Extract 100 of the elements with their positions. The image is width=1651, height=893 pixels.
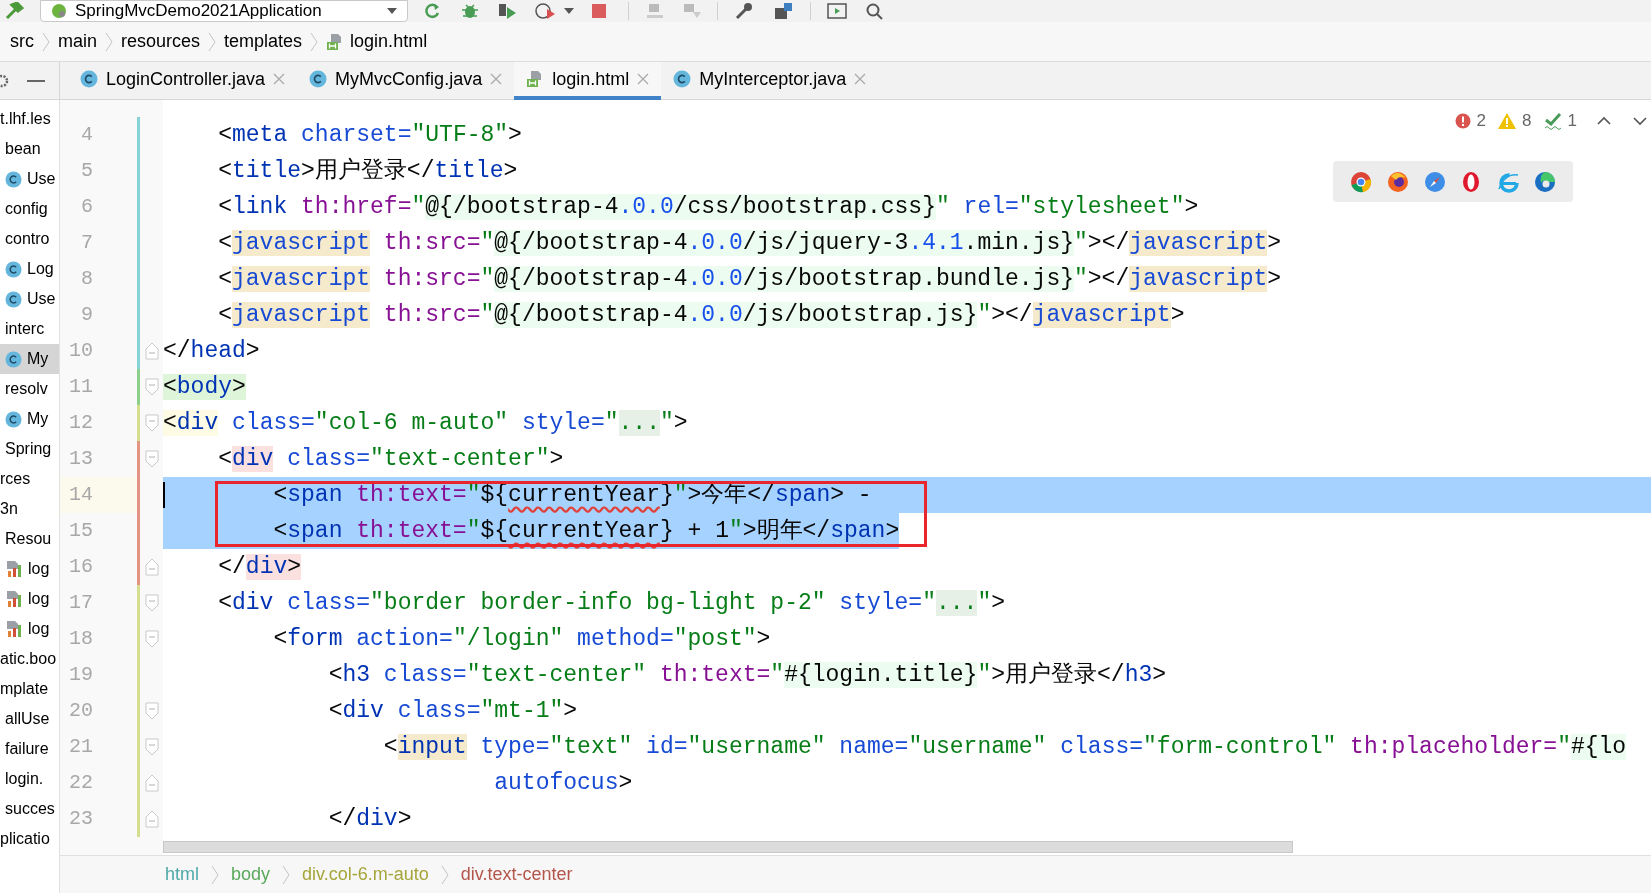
- close-icon[interactable]: [854, 73, 867, 85]
- breadcrumb-item[interactable]: templates: [224, 28, 303, 55]
- breadcrumb-item[interactable]: resources: [121, 28, 201, 55]
- browser-icon[interactable]: [1533, 170, 1556, 193]
- wrench-icon[interactable]: [734, 2, 754, 20]
- horizontal-scrollbar[interactable]: [163, 841, 1293, 853]
- tree-item[interactable]: t.lhf.les: [0, 104, 59, 134]
- change-marker[interactable]: [137, 441, 140, 477]
- path-item[interactable]: div.text-center: [460, 861, 573, 888]
- editor-tab[interactable]: MyInterceptor.java: [661, 62, 879, 100]
- change-marker[interactable]: [137, 225, 140, 261]
- class-icon: [5, 170, 22, 188]
- hammer-icon[interactable]: [4, 2, 24, 20]
- class-icon: [5, 410, 22, 428]
- run-window-icon[interactable]: [827, 2, 847, 20]
- breadcrumb-item[interactable]: src: [10, 28, 34, 55]
- editor-tab[interactable]: LoginController.java: [68, 62, 298, 100]
- chevron-icon: [282, 864, 291, 885]
- close-icon[interactable]: [637, 73, 650, 85]
- tree-item[interactable]: bean: [0, 134, 59, 164]
- change-marker[interactable]: [137, 117, 140, 153]
- change-marker[interactable]: [137, 261, 140, 297]
- log-file-icon: [5, 620, 23, 638]
- tree-item[interactable]: Use: [0, 164, 59, 194]
- class-icon: [309, 70, 328, 88]
- code-line: <title>用户登录</title>: [217, 156, 518, 186]
- tree-item[interactable]: resolv: [0, 374, 59, 404]
- code-line: <div class="text-center">: [217, 445, 564, 474]
- browser-icon[interactable]: [1387, 170, 1409, 193]
- code-line: </head>: [163, 337, 260, 366]
- tree-item[interactable]: Log: [0, 254, 59, 284]
- close-icon[interactable]: [490, 73, 503, 85]
- line-number: 6: [80, 194, 94, 220]
- line-number: 5: [80, 158, 94, 184]
- line-number: 15: [68, 518, 94, 544]
- editor-tab[interactable]: MyMvcConfig.java: [297, 62, 515, 100]
- error-icon[interactable]: [1454, 112, 1471, 129]
- change-marker[interactable]: [137, 297, 140, 333]
- change-marker[interactable]: [137, 477, 140, 513]
- tree-item[interactable]: interc: [0, 314, 59, 344]
- breadcrumb-item[interactable]: login.html: [350, 28, 428, 55]
- tree-item[interactable]: failure: [0, 734, 59, 764]
- log-file-icon: [5, 560, 23, 578]
- project-structure-icon[interactable]: [774, 2, 794, 20]
- bug-icon[interactable]: [460, 2, 480, 20]
- check-icon[interactable]: [1543, 111, 1562, 130]
- tree-item[interactable]: succes: [0, 794, 59, 824]
- change-marker[interactable]: [137, 405, 140, 441]
- stop-icon[interactable]: [590, 2, 608, 20]
- tree-item[interactable]: log: [0, 554, 59, 584]
- caret-icon[interactable]: [564, 8, 574, 14]
- download-icon[interactable]: [681, 2, 701, 20]
- tree-item[interactable]: atic.boo: [0, 644, 59, 674]
- breadcrumb-item[interactable]: main: [58, 28, 97, 55]
- change-marker[interactable]: [137, 333, 140, 369]
- tree-item[interactable]: mplate: [0, 674, 59, 704]
- tree-item[interactable]: rces: [0, 464, 59, 494]
- tree-item[interactable]: log: [0, 614, 59, 644]
- change-marker[interactable]: [137, 621, 140, 657]
- tree-item[interactable]: log: [0, 584, 59, 614]
- change-marker[interactable]: [137, 729, 140, 765]
- typo-count: 1: [1567, 110, 1577, 132]
- change-marker[interactable]: [137, 693, 140, 729]
- build-artifact-icon[interactable]: [645, 2, 665, 20]
- run-icon[interactable]: [496, 2, 518, 20]
- change-marker[interactable]: [137, 801, 140, 837]
- change-marker[interactable]: [137, 765, 140, 801]
- run-configuration-dropdown[interactable]: SpringMvcDemo2021Application: [40, 0, 408, 22]
- change-marker[interactable]: [137, 585, 140, 621]
- tree-item[interactable]: config: [0, 194, 59, 224]
- code-line: <javascript th:src="@{/bootstrap-4.0.0/js/bootstrap.js}"></javascript>: [217, 301, 1185, 330]
- change-marker[interactable]: [137, 369, 140, 405]
- change-marker[interactable]: [137, 153, 140, 189]
- change-marker[interactable]: [137, 189, 140, 225]
- tree-item[interactable]: plicatio: [0, 824, 59, 854]
- code-line: <body>: [163, 373, 246, 402]
- code-line: <div class="col-6 m-auto" style="...">: [163, 409, 688, 438]
- compass-icon[interactable]: [1423, 170, 1446, 193]
- tree-item[interactable]: login.: [0, 764, 59, 794]
- code-line: </div>: [217, 553, 302, 582]
- code-line: </div>: [327, 805, 412, 834]
- search-icon[interactable]: [865, 2, 885, 20]
- tree-item[interactable]: allUse: [0, 704, 59, 734]
- settings-icon[interactable]: [0, 72, 10, 89]
- tree-item[interactable]: contro: [0, 224, 59, 254]
- tree-item[interactable]: My: [0, 404, 59, 434]
- line-number: 17: [68, 590, 94, 616]
- tree-item[interactable]: Resou: [0, 524, 59, 554]
- tree-item[interactable]: My: [0, 344, 59, 374]
- browser-icon[interactable]: [1350, 170, 1373, 193]
- close-icon[interactable]: [273, 73, 286, 85]
- tree-item[interactable]: Spring: [0, 434, 59, 464]
- change-marker[interactable]: [137, 513, 140, 549]
- change-marker[interactable]: [137, 549, 140, 585]
- warning-icon[interactable]: [1498, 112, 1517, 129]
- rerun-icon[interactable]: [422, 2, 442, 20]
- editor-tab[interactable]: login.html: [514, 62, 662, 100]
- tree-item[interactable]: 3n: [0, 494, 59, 524]
- change-marker[interactable]: [137, 657, 140, 693]
- tree-item[interactable]: Use: [0, 284, 59, 314]
